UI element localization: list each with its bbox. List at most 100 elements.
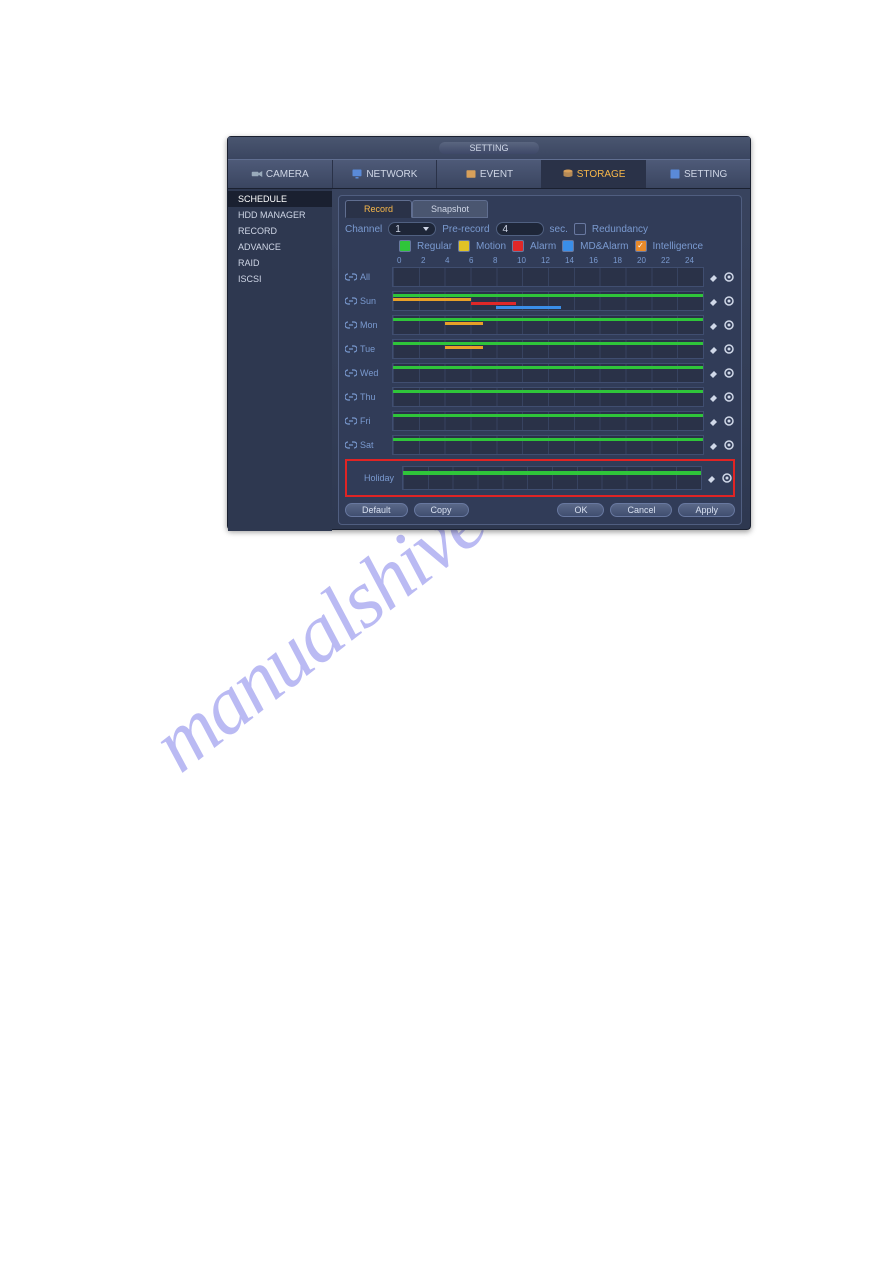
gear-icon[interactable] [723, 343, 735, 355]
schedule-bar [393, 414, 703, 417]
eraser-icon[interactable] [708, 439, 720, 451]
legend-regular-label: Regular [417, 241, 452, 252]
nav-network-label: NETWORK [366, 169, 417, 180]
channel-value: 1 [395, 224, 401, 235]
apply-button[interactable]: Apply [678, 503, 735, 517]
sidebar-hdd-manager[interactable]: HDD MANAGER [228, 207, 332, 223]
gear-icon[interactable] [723, 319, 735, 331]
hour-22: 22 [661, 256, 685, 265]
link-icon[interactable] [345, 272, 357, 282]
chevron-down-icon [423, 227, 429, 231]
ok-button[interactable]: OK [557, 503, 604, 517]
schedule-bar [445, 322, 484, 325]
gear-icon[interactable] [721, 472, 733, 484]
nav-setting[interactable]: SETTING [646, 160, 750, 188]
hour-20: 20 [637, 256, 661, 265]
legend-motion-box[interactable] [458, 240, 470, 252]
eraser-icon[interactable] [708, 295, 720, 307]
sidebar-schedule[interactable]: SCHEDULE [228, 191, 332, 207]
nav-network[interactable]: NETWORK [333, 160, 438, 188]
redundancy-checkbox[interactable] [574, 223, 586, 235]
default-button[interactable]: Default [345, 503, 408, 517]
cancel-button[interactable]: Cancel [610, 503, 672, 517]
legend-motion-label: Motion [476, 241, 506, 252]
eraser-icon[interactable] [708, 271, 720, 283]
nav-camera[interactable]: CAMERA [228, 160, 333, 188]
link-icon[interactable] [345, 296, 357, 306]
nav-storage-label: STORAGE [577, 169, 626, 180]
redundancy-label: Redundancy [592, 224, 648, 235]
gear-icon[interactable] [723, 271, 735, 283]
gear-icon[interactable] [723, 439, 735, 451]
day-label: All [360, 272, 392, 282]
top-nav: CAMERA NETWORK EVENT STORAGE SETTING [228, 159, 750, 189]
legend-intelligence-box[interactable]: ✓ [635, 240, 647, 252]
link-icon[interactable] [345, 344, 357, 354]
link-icon[interactable] [345, 392, 357, 402]
eraser-icon[interactable] [708, 391, 720, 403]
day-grid[interactable] [392, 411, 704, 431]
day-row-mon: Mon [345, 313, 735, 337]
day-grid[interactable] [392, 267, 704, 287]
nav-setting-label: SETTING [684, 169, 727, 180]
row-tools [708, 295, 735, 307]
schedule-bar [393, 366, 703, 369]
tab-snapshot[interactable]: Snapshot [412, 200, 488, 218]
gear-icon[interactable] [723, 295, 735, 307]
day-grid[interactable] [392, 291, 704, 311]
titlebar: SETTING [228, 137, 750, 159]
sidebar-raid[interactable]: RAID [228, 255, 332, 271]
prerecord-input[interactable]: 4 [496, 222, 544, 236]
eraser-icon[interactable] [708, 415, 720, 427]
link-icon[interactable] [345, 416, 357, 426]
schedule-bar [445, 346, 484, 349]
eraser-icon[interactable] [708, 343, 720, 355]
day-label: Thu [360, 392, 392, 402]
day-grid[interactable] [392, 339, 704, 359]
channel-select[interactable]: 1 [388, 222, 436, 236]
sidebar-advance[interactable]: ADVANCE [228, 239, 332, 255]
gear-icon[interactable] [723, 367, 735, 379]
day-row-sat: Sat [345, 433, 735, 457]
gear-icon[interactable] [723, 415, 735, 427]
tab-record[interactable]: Record [345, 200, 412, 218]
hour-24: 24 [685, 256, 709, 265]
days-container: AllSunMonTueWedThuFriSat [345, 265, 735, 457]
day-label: Wed [360, 368, 392, 378]
copy-button[interactable]: Copy [414, 503, 469, 517]
row-tools [708, 391, 735, 403]
day-grid[interactable] [392, 387, 704, 407]
gear-icon[interactable] [723, 391, 735, 403]
day-label: Sat [360, 440, 392, 450]
day-grid[interactable] [392, 435, 704, 455]
day-row-fri: Fri [345, 409, 735, 433]
sidebar-iscsi[interactable]: ISCSI [228, 271, 332, 287]
schedule-bar [393, 342, 703, 345]
legend-mdalarm-box[interactable] [562, 240, 574, 252]
day-row-wed: Wed [345, 361, 735, 385]
legend-regular-box[interactable] [399, 240, 411, 252]
link-icon[interactable] [345, 320, 357, 330]
prerecord-unit: sec. [550, 224, 568, 235]
day-grid[interactable] [392, 363, 704, 383]
nav-storage[interactable]: STORAGE [542, 160, 647, 188]
eraser-icon[interactable] [708, 367, 720, 379]
holiday-grid[interactable] [402, 466, 702, 490]
legend-intelligence-label: Intelligence [653, 241, 704, 252]
hour-14: 14 [565, 256, 589, 265]
legend: Regular Motion Alarm MD&Alarm ✓ Intellig… [399, 240, 735, 252]
body: SCHEDULE HDD MANAGER RECORD ADVANCE RAID… [228, 189, 750, 531]
eraser-icon[interactable] [706, 472, 718, 484]
schedule-panel: Record Snapshot Channel 1 Pre-record 4 s… [338, 195, 742, 525]
holiday-label: Holiday [364, 473, 402, 483]
eraser-icon[interactable] [708, 319, 720, 331]
row-tools [708, 439, 735, 451]
channel-label: Channel [345, 224, 382, 235]
nav-event[interactable]: EVENT [437, 160, 542, 188]
sidebar-record[interactable]: RECORD [228, 223, 332, 239]
day-grid[interactable] [392, 315, 704, 335]
schedule-bar [471, 302, 516, 305]
legend-alarm-box[interactable] [512, 240, 524, 252]
link-icon[interactable] [345, 368, 357, 378]
link-icon[interactable] [345, 440, 357, 450]
